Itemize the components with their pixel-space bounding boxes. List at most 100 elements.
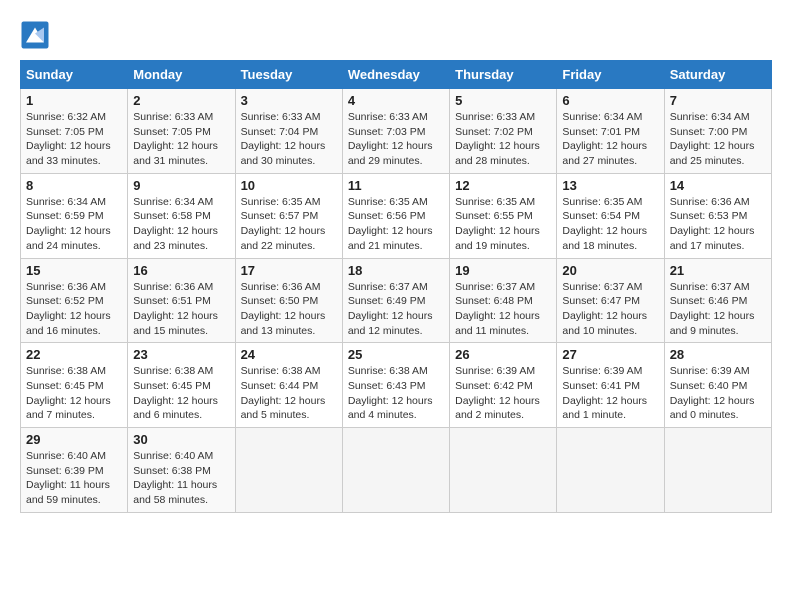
calendar-cell: 21 Sunrise: 6:37 AM Sunset: 6:46 PM Dayli… <box>664 258 771 343</box>
day-info: Sunrise: 6:37 AM Sunset: 6:49 PM Dayligh… <box>348 280 444 339</box>
day-number: 15 <box>26 263 122 278</box>
calendar-table: SundayMondayTuesdayWednesdayThursdayFrid… <box>20 60 772 513</box>
day-info: Sunrise: 6:38 AM Sunset: 6:43 PM Dayligh… <box>348 364 444 423</box>
day-info: Sunrise: 6:33 AM Sunset: 7:05 PM Dayligh… <box>133 110 229 169</box>
day-number: 25 <box>348 347 444 362</box>
logo-icon <box>20 20 50 50</box>
day-number: 23 <box>133 347 229 362</box>
calendar-cell <box>235 428 342 513</box>
day-number: 10 <box>241 178 337 193</box>
calendar-cell: 27 Sunrise: 6:39 AM Sunset: 6:41 PM Dayli… <box>557 343 664 428</box>
day-info: Sunrise: 6:39 AM Sunset: 6:42 PM Dayligh… <box>455 364 551 423</box>
calendar-cell <box>450 428 557 513</box>
weekday-sunday: Sunday <box>21 61 128 89</box>
day-info: Sunrise: 6:34 AM Sunset: 6:58 PM Dayligh… <box>133 195 229 254</box>
day-number: 12 <box>455 178 551 193</box>
calendar-cell: 8 Sunrise: 6:34 AM Sunset: 6:59 PM Daylig… <box>21 173 128 258</box>
day-info: Sunrise: 6:39 AM Sunset: 6:40 PM Dayligh… <box>670 364 766 423</box>
day-info: Sunrise: 6:32 AM Sunset: 7:05 PM Dayligh… <box>26 110 122 169</box>
weekday-header-row: SundayMondayTuesdayWednesdayThursdayFrid… <box>21 61 772 89</box>
calendar-cell: 7 Sunrise: 6:34 AM Sunset: 7:00 PM Daylig… <box>664 89 771 174</box>
day-info: Sunrise: 6:38 AM Sunset: 6:45 PM Dayligh… <box>133 364 229 423</box>
day-number: 21 <box>670 263 766 278</box>
day-info: Sunrise: 6:34 AM Sunset: 7:00 PM Dayligh… <box>670 110 766 169</box>
calendar-cell: 22 Sunrise: 6:38 AM Sunset: 6:45 PM Dayli… <box>21 343 128 428</box>
calendar-week-1: 1 Sunrise: 6:32 AM Sunset: 7:05 PM Daylig… <box>21 89 772 174</box>
calendar-cell: 29 Sunrise: 6:40 AM Sunset: 6:39 PM Dayli… <box>21 428 128 513</box>
day-number: 17 <box>241 263 337 278</box>
day-info: Sunrise: 6:39 AM Sunset: 6:41 PM Dayligh… <box>562 364 658 423</box>
calendar-body: 1 Sunrise: 6:32 AM Sunset: 7:05 PM Daylig… <box>21 89 772 513</box>
day-info: Sunrise: 6:37 AM Sunset: 6:48 PM Dayligh… <box>455 280 551 339</box>
weekday-saturday: Saturday <box>664 61 771 89</box>
calendar-cell: 6Sunrise: 6:34 AM Sunset: 7:01 PM Daylig… <box>557 89 664 174</box>
day-number: 20 <box>562 263 658 278</box>
day-number: 16 <box>133 263 229 278</box>
day-info: Sunrise: 6:37 AM Sunset: 6:46 PM Dayligh… <box>670 280 766 339</box>
calendar-cell: 25 Sunrise: 6:38 AM Sunset: 6:43 PM Dayli… <box>342 343 449 428</box>
day-number: 9 <box>133 178 229 193</box>
day-number: 19 <box>455 263 551 278</box>
calendar-cell: 23 Sunrise: 6:38 AM Sunset: 6:45 PM Dayli… <box>128 343 235 428</box>
day-number: 2 <box>133 93 229 108</box>
day-number: 26 <box>455 347 551 362</box>
day-info: Sunrise: 6:36 AM Sunset: 6:53 PM Dayligh… <box>670 195 766 254</box>
calendar-cell: 24 Sunrise: 6:38 AM Sunset: 6:44 PM Dayli… <box>235 343 342 428</box>
day-number: 24 <box>241 347 337 362</box>
day-number: 7 <box>670 93 766 108</box>
day-info: Sunrise: 6:33 AM Sunset: 7:02 PM Dayligh… <box>455 110 551 169</box>
day-info: Sunrise: 6:35 AM Sunset: 6:56 PM Dayligh… <box>348 195 444 254</box>
calendar-cell: 20 Sunrise: 6:37 AM Sunset: 6:47 PM Dayli… <box>557 258 664 343</box>
calendar-cell: 5Sunrise: 6:33 AM Sunset: 7:02 PM Daylig… <box>450 89 557 174</box>
calendar-cell: 12 Sunrise: 6:35 AM Sunset: 6:55 PM Dayli… <box>450 173 557 258</box>
day-number: 13 <box>562 178 658 193</box>
calendar-cell <box>342 428 449 513</box>
day-number: 1 <box>26 93 122 108</box>
day-info: Sunrise: 6:34 AM Sunset: 7:01 PM Dayligh… <box>562 110 658 169</box>
day-info: Sunrise: 6:37 AM Sunset: 6:47 PM Dayligh… <box>562 280 658 339</box>
calendar-week-4: 22 Sunrise: 6:38 AM Sunset: 6:45 PM Dayli… <box>21 343 772 428</box>
day-info: Sunrise: 6:38 AM Sunset: 6:44 PM Dayligh… <box>241 364 337 423</box>
calendar-week-3: 15Sunrise: 6:36 AM Sunset: 6:52 PM Dayli… <box>21 258 772 343</box>
logo <box>20 20 52 50</box>
day-info: Sunrise: 6:35 AM Sunset: 6:57 PM Dayligh… <box>241 195 337 254</box>
day-info: Sunrise: 6:40 AM Sunset: 6:38 PM Dayligh… <box>133 449 229 508</box>
calendar-cell: 11 Sunrise: 6:35 AM Sunset: 6:56 PM Dayli… <box>342 173 449 258</box>
calendar-cell: 15Sunrise: 6:36 AM Sunset: 6:52 PM Dayli… <box>21 258 128 343</box>
day-number: 3 <box>241 93 337 108</box>
day-info: Sunrise: 6:40 AM Sunset: 6:39 PM Dayligh… <box>26 449 122 508</box>
day-info: Sunrise: 6:35 AM Sunset: 6:55 PM Dayligh… <box>455 195 551 254</box>
day-number: 22 <box>26 347 122 362</box>
day-number: 11 <box>348 178 444 193</box>
day-number: 4 <box>348 93 444 108</box>
calendar-cell: 3Sunrise: 6:33 AM Sunset: 7:04 PM Daylig… <box>235 89 342 174</box>
calendar-cell: 17 Sunrise: 6:36 AM Sunset: 6:50 PM Dayli… <box>235 258 342 343</box>
day-info: Sunrise: 6:34 AM Sunset: 6:59 PM Dayligh… <box>26 195 122 254</box>
weekday-monday: Monday <box>128 61 235 89</box>
weekday-thursday: Thursday <box>450 61 557 89</box>
day-info: Sunrise: 6:38 AM Sunset: 6:45 PM Dayligh… <box>26 364 122 423</box>
calendar-cell: 16 Sunrise: 6:36 AM Sunset: 6:51 PM Dayli… <box>128 258 235 343</box>
calendar-cell: 14 Sunrise: 6:36 AM Sunset: 6:53 PM Dayli… <box>664 173 771 258</box>
calendar-cell: 4 Sunrise: 6:33 AM Sunset: 7:03 PM Daylig… <box>342 89 449 174</box>
day-info: Sunrise: 6:33 AM Sunset: 7:03 PM Dayligh… <box>348 110 444 169</box>
calendar-cell <box>557 428 664 513</box>
calendar-cell: 1 Sunrise: 6:32 AM Sunset: 7:05 PM Daylig… <box>21 89 128 174</box>
page-header <box>20 20 772 50</box>
calendar-cell <box>664 428 771 513</box>
calendar-cell: 10 Sunrise: 6:35 AM Sunset: 6:57 PM Dayli… <box>235 173 342 258</box>
day-number: 14 <box>670 178 766 193</box>
calendar-cell: 2 Sunrise: 6:33 AM Sunset: 7:05 PM Daylig… <box>128 89 235 174</box>
day-info: Sunrise: 6:36 AM Sunset: 6:50 PM Dayligh… <box>241 280 337 339</box>
day-number: 28 <box>670 347 766 362</box>
calendar-cell: 18 Sunrise: 6:37 AM Sunset: 6:49 PM Dayli… <box>342 258 449 343</box>
weekday-tuesday: Tuesday <box>235 61 342 89</box>
day-number: 27 <box>562 347 658 362</box>
weekday-wednesday: Wednesday <box>342 61 449 89</box>
weekday-friday: Friday <box>557 61 664 89</box>
calendar-cell: 28 Sunrise: 6:39 AM Sunset: 6:40 PM Dayli… <box>664 343 771 428</box>
day-number: 8 <box>26 178 122 193</box>
day-info: Sunrise: 6:36 AM Sunset: 6:51 PM Dayligh… <box>133 280 229 339</box>
day-number: 18 <box>348 263 444 278</box>
day-number: 29 <box>26 432 122 447</box>
